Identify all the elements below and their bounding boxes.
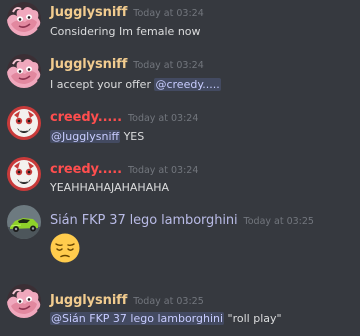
message-header: creedy..... Today at 03:24 xyxy=(50,107,198,128)
timestamp: Today at 03:25 xyxy=(243,216,314,227)
pensive-face-emoji xyxy=(50,233,80,267)
pink-creature-avatar-icon[interactable] xyxy=(7,54,41,88)
timestamp: Today at 03:24 xyxy=(133,60,204,71)
message-header: creedy..... Today at 03:24 xyxy=(50,159,198,180)
timestamp: Today at 03:24 xyxy=(127,165,199,176)
username[interactable]: Jugglysniff xyxy=(50,5,127,20)
message-header: Jugglysniff Today at 03:25 xyxy=(50,290,204,311)
red-white-mask-avatar-icon[interactable] xyxy=(7,157,41,191)
green-lamborghini-avatar-icon[interactable] xyxy=(7,205,41,239)
username[interactable]: Jugglysniff xyxy=(50,293,127,308)
user-mention[interactable]: @Jugglysniff xyxy=(50,130,121,143)
pink-creature-avatar-icon[interactable] xyxy=(7,2,41,36)
timestamp: Today at 03:24 xyxy=(133,8,204,19)
timestamp: Today at 03:24 xyxy=(127,113,199,124)
username[interactable]: Jugglysniff xyxy=(50,57,127,72)
pink-creature-avatar-icon[interactable] xyxy=(7,284,41,318)
message-header: Jugglysniff Today at 03:24 xyxy=(50,54,204,75)
message-header: Sián FKP 37 lego lamborghini Today at 03:… xyxy=(50,210,314,231)
message-text: @Jugglysniff YES xyxy=(50,129,144,145)
username[interactable]: creedy..... xyxy=(50,162,122,177)
message-text-part: YES xyxy=(120,130,145,143)
user-mention[interactable]: @Sián FKP 37 lego lamborghini xyxy=(50,312,225,325)
message-text: YEAHHAHAJAHAHAHA xyxy=(50,181,170,194)
user-mention[interactable]: @creedy..... xyxy=(154,78,221,91)
message-text-part: "roll play" xyxy=(224,312,282,325)
message-text-part: I accept your offer xyxy=(50,78,155,91)
message-text: @Sián FKP 37 lego lamborghini "roll play… xyxy=(50,311,282,327)
red-white-mask-avatar-icon[interactable] xyxy=(7,106,41,140)
message-text: I accept your offer @creedy..... xyxy=(50,77,221,93)
message-text: Considering Im female now xyxy=(50,25,201,38)
username[interactable]: Sián FKP 37 lego lamborghini xyxy=(50,213,238,228)
username[interactable]: creedy..... xyxy=(50,110,122,125)
message-header: Jugglysniff Today at 03:24 xyxy=(50,2,204,23)
timestamp: Today at 03:25 xyxy=(133,296,204,307)
